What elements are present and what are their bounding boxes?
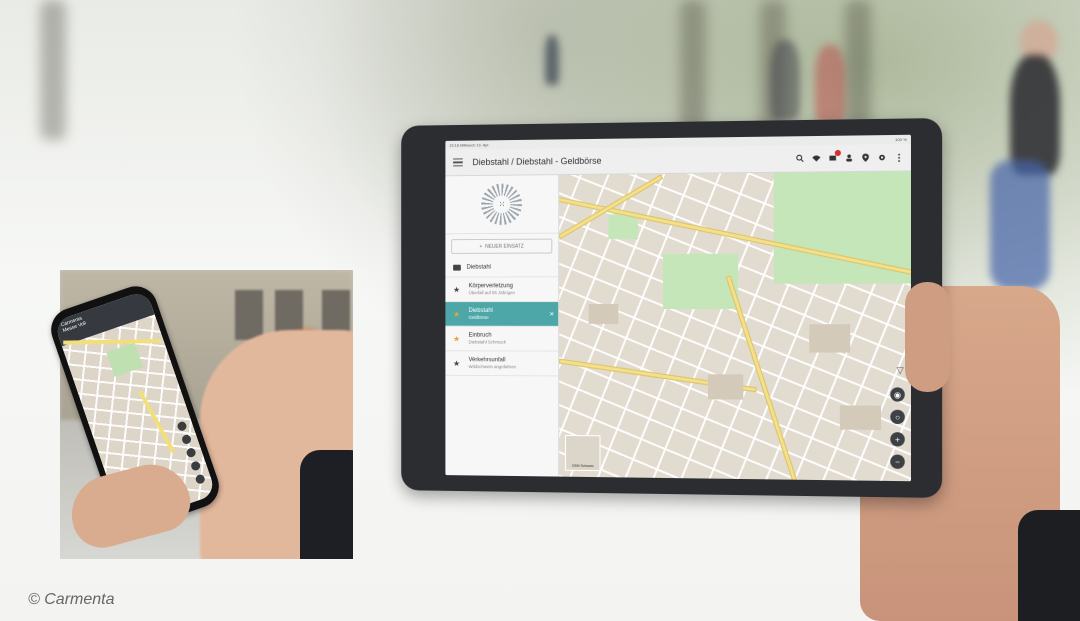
sleeve-right — [1018, 510, 1080, 621]
incident-sidebar: ⁙ + NEUER EINSATZ Diebstahl ★ Körperverl… — [445, 175, 560, 477]
toolbar — [796, 149, 903, 162]
walker-body — [1010, 55, 1060, 175]
zoom-in-button[interactable]: + — [890, 432, 905, 447]
incident-subtitle: Geldbörse — [468, 314, 489, 320]
walker-legs — [990, 160, 1050, 290]
messages-icon[interactable] — [829, 149, 841, 162]
notification-badge — [834, 149, 841, 157]
phone-map-button[interactable] — [189, 460, 202, 472]
map-park — [608, 214, 639, 240]
more-icon[interactable] — [894, 153, 902, 162]
inset-sleeve — [300, 450, 353, 559]
incident-subtitle: Diebstahl Schmuck — [468, 339, 506, 345]
status-date: Mittwoch 13. Apr. — [460, 142, 490, 148]
city-map[interactable]: ▽ ◉ ○ + − OSM Schwarz — [559, 171, 911, 482]
filter-icon[interactable]: ▽ — [897, 365, 904, 376]
folder-icon — [453, 264, 461, 271]
phone-map-button[interactable] — [185, 446, 197, 459]
incident-item[interactable]: ★ Körperverletzung Überfall auf 85 Jähri… — [445, 277, 559, 303]
settings-icon[interactable] — [878, 153, 886, 161]
incident-title: Diebstahl — [468, 308, 493, 314]
app-title: Diebstahl / Diebstahl - Geldbörse — [472, 155, 602, 168]
map-block — [708, 374, 744, 400]
star-icon: ★ — [453, 334, 461, 343]
inset-window — [235, 290, 263, 340]
zoom-out-button[interactable]: − — [890, 454, 905, 469]
compass-button[interactable]: ◉ — [890, 387, 905, 402]
map-block — [588, 304, 619, 324]
incident-group[interactable]: Diebstahl — [445, 258, 559, 278]
phone-map-button[interactable] — [194, 473, 206, 485]
background-person — [770, 40, 800, 120]
logo-dots-icon: ⁙ — [498, 199, 505, 209]
wifi-icon[interactable] — [812, 154, 821, 162]
map-park — [106, 342, 144, 377]
photo-scene: Carmenta Messe Voll 15:18 Mittwoch 13. A… — [0, 0, 1080, 621]
star-icon: ★ — [453, 358, 461, 368]
logo-area: ⁙ — [445, 175, 559, 235]
incident-item-selected[interactable]: ★ Diebstahl Geldbörse ✕ — [445, 302, 559, 327]
incident-title: Verkehrsunfall — [468, 357, 506, 364]
tree-trunk — [40, 0, 66, 140]
background-person — [815, 45, 845, 125]
background-person — [545, 35, 559, 85]
status-battery: 100 % — [895, 136, 907, 143]
status-time: 15:18 — [449, 142, 459, 148]
basemap-selector[interactable]: OSM Schwarz — [565, 434, 601, 472]
new-incident-button[interactable]: + NEUER EINSATZ — [451, 238, 553, 254]
star-icon: ★ — [453, 284, 461, 294]
incident-item[interactable]: ★ Einbruch Diebstahl Schmuck — [445, 326, 559, 352]
menu-icon[interactable] — [453, 158, 463, 167]
image-credit: © Carmenta — [28, 591, 115, 608]
tablet-screen: 15:18 Mittwoch 13. Apr. 100 % Diebstahl … — [445, 134, 911, 482]
map-road — [137, 390, 176, 454]
incident-item[interactable]: ★ Verkehrsunfall Wildschwein angefahren — [445, 351, 559, 377]
incident-subtitle: Wildschwein angefahren — [468, 364, 517, 370]
search-icon[interactable] — [796, 154, 804, 162]
app-logo: ⁙ — [481, 183, 522, 226]
location-icon[interactable] — [861, 153, 869, 162]
phone-map-button[interactable] — [176, 420, 188, 432]
layers-button[interactable]: ○ — [890, 409, 905, 425]
map-block — [839, 405, 882, 431]
user-icon[interactable] — [845, 154, 853, 162]
phone-map-button[interactable] — [180, 433, 193, 446]
group-label: Diebstahl — [466, 264, 491, 271]
incident-subtitle: Überfall auf 85 Jährigen — [468, 290, 515, 296]
close-icon[interactable]: ✕ — [549, 310, 554, 317]
incident-title: Körperverletzung — [468, 283, 513, 290]
incident-title: Einbruch — [468, 332, 492, 339]
map-block — [809, 324, 851, 353]
new-incident-label: NEUER EINSATZ — [485, 243, 524, 250]
plus-icon: + — [479, 243, 483, 250]
star-icon: ★ — [453, 309, 461, 319]
tablet: 15:18 Mittwoch 13. Apr. 100 % Diebstahl … — [401, 118, 943, 498]
map-road — [63, 338, 162, 345]
tree-trunk — [680, 0, 706, 140]
thumb-right — [905, 282, 950, 392]
basemap-label: OSM Schwarz — [571, 463, 594, 469]
